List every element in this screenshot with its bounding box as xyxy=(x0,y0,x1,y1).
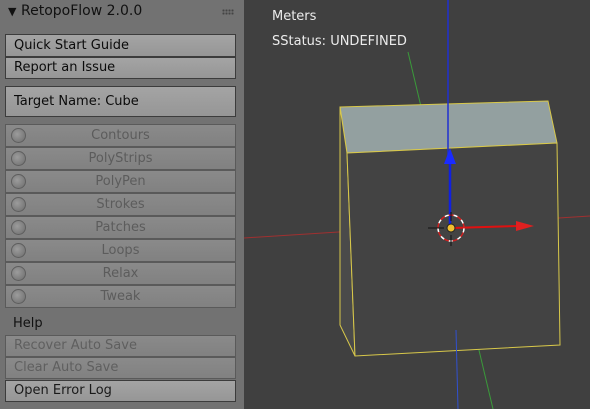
tool-label: Patches xyxy=(95,220,146,235)
recover-auto-save-button[interactable]: Recover Auto Save xyxy=(5,335,236,357)
tool-tweak-button[interactable]: Tweak xyxy=(5,285,236,308)
drag-grip-icon[interactable] xyxy=(222,9,234,15)
help-heading: Help xyxy=(13,316,43,331)
tool-label: Relax xyxy=(102,266,139,281)
contours-icon xyxy=(11,128,26,143)
tool-label: Strokes xyxy=(96,197,145,212)
report-issue-button[interactable]: Report an Issue xyxy=(5,57,236,79)
strokes-icon xyxy=(11,197,26,212)
units-label: Meters xyxy=(272,9,317,24)
target-name-field[interactable]: Target Name: Cube xyxy=(5,86,236,117)
object-origin-icon[interactable] xyxy=(446,223,456,233)
tool-label: Tweak xyxy=(100,289,141,304)
loops-icon xyxy=(11,243,26,258)
polypen-icon xyxy=(11,174,26,189)
quick-start-button[interactable]: Quick Start Guide xyxy=(5,34,236,57)
polystrips-icon xyxy=(11,151,26,166)
panel-header[interactable]: ▼ RetopoFlow 2.0.0 xyxy=(0,0,244,26)
cube-front-face[interactable] xyxy=(346,142,561,357)
tool-label: Contours xyxy=(91,128,150,143)
tool-patches-button[interactable]: Patches xyxy=(5,216,236,239)
retopoflow-panel: ▼ RetopoFlow 2.0.0 Quick Start Guide Rep… xyxy=(0,0,244,409)
relax-icon xyxy=(11,266,26,281)
status-label: SStatus: UNDEFINED xyxy=(272,34,407,49)
tool-label: Loops xyxy=(101,243,140,258)
panel-title: RetopoFlow 2.0.0 xyxy=(21,3,143,19)
tool-relax-button[interactable]: Relax xyxy=(5,262,236,285)
tool-loops-button[interactable]: Loops xyxy=(5,239,236,262)
tweak-icon xyxy=(11,289,26,304)
3d-viewport[interactable] xyxy=(244,0,590,409)
patches-icon xyxy=(11,220,26,235)
tool-label: PolyStrips xyxy=(88,151,153,166)
clear-auto-save-button[interactable]: Clear Auto Save xyxy=(5,357,236,379)
tool-polystrips-button[interactable]: PolyStrips xyxy=(5,147,236,170)
tool-polypen-button[interactable]: PolyPen xyxy=(5,170,236,193)
tool-contours-button[interactable]: Contours xyxy=(5,124,236,147)
tool-strokes-button[interactable]: Strokes xyxy=(5,193,236,216)
open-error-log-button[interactable]: Open Error Log xyxy=(5,380,236,402)
collapse-arrow-icon[interactable]: ▼ xyxy=(8,5,16,18)
tool-label: PolyPen xyxy=(95,174,146,189)
